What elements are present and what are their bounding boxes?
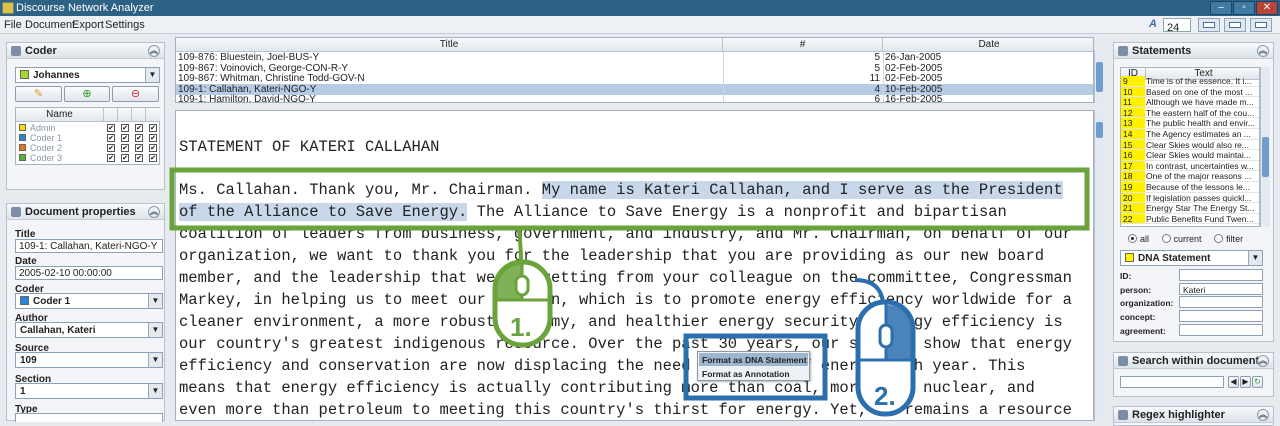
statements-header: Statements ︽ (1114, 43, 1273, 59)
statements-panel: Statements ︽ ID Text 9 Time is of the esse… (1113, 42, 1274, 342)
statement-id: 19 (1121, 182, 1145, 192)
search-input[interactable] (1120, 376, 1224, 388)
statement-id: 9 (1121, 76, 1145, 86)
search-header: Search within document ︽ (1114, 353, 1273, 369)
statement-type-value: DNA Statement (1138, 253, 1211, 264)
statement-row[interactable]: 16 Clear Skies would maintai... (1121, 150, 1259, 161)
agreement-field[interactable] (1179, 324, 1263, 336)
statement-row[interactable]: 17 In contrast, uncertainties w... (1121, 160, 1259, 172)
statement-text: Based on one of the most ... (1146, 86, 1253, 97)
statement-row[interactable]: 19 Because of the lessons le... (1121, 182, 1259, 193)
person-label: person: (1120, 285, 1152, 295)
statement-row[interactable]: 9 Time is of the essence. It i... (1121, 76, 1259, 87)
statement-id: 18 (1121, 171, 1145, 182)
statement-id: 11 (1121, 97, 1145, 107)
selection-highlight-box (169, 167, 1090, 231)
statement-text: Energy Star The Energy St... (1146, 203, 1255, 214)
statement-id: 13 (1121, 118, 1145, 129)
search-title: Search within document (1132, 355, 1260, 367)
statement-text: Public Benefits Fund Twen... (1146, 213, 1254, 224)
search-previous-button[interactable]: ◀ (1228, 376, 1239, 388)
person-field[interactable]: Kateri (1179, 283, 1263, 295)
statement-row[interactable]: 22 Public Benefits Fund Twen... (1121, 213, 1259, 225)
filter-all-radio[interactable] (1128, 234, 1137, 243)
statement-row[interactable]: 14 The Agency estimates an ... (1121, 129, 1259, 140)
statement-row[interactable]: 12 The eastern half of the cou... (1121, 107, 1259, 119)
scroll-thumb[interactable] (1262, 137, 1269, 177)
regex-title: Regex highlighter (1132, 409, 1225, 421)
statement-text: Clear Skies would maintai... (1146, 150, 1251, 161)
statement-text: Because of the lessons le... (1146, 182, 1250, 192)
search-next-button[interactable]: ▶ (1240, 376, 1251, 388)
statement-type-select[interactable]: DNA Statement ▼ (1120, 250, 1263, 266)
statements-title: Statements (1132, 45, 1192, 57)
statement-id: 14 (1121, 129, 1145, 139)
organization-label: organization: (1120, 298, 1174, 308)
statement-text: Although we have made m... (1146, 97, 1254, 108)
statement-id: 16 (1121, 150, 1145, 160)
statement-text: If legislation passes quickl... (1146, 192, 1252, 203)
green-mouse-cable (517, 229, 523, 263)
context-menu-highlight-box (683, 333, 828, 401)
statement-type-swatch (1125, 253, 1134, 262)
statement-row[interactable]: 15 Clear Skies would also re... (1121, 139, 1259, 151)
collapse-icon[interactable]: ︽ (1257, 355, 1269, 367)
statement-id: 21 (1121, 203, 1145, 213)
statement-row[interactable]: 21 Energy Star The Energy St... (1121, 203, 1259, 214)
statement-text: The public health and envir... (1146, 118, 1255, 129)
organization-field[interactable] (1179, 296, 1263, 308)
search-panel: Search within document ︽ ◀ ▶ ↻ (1113, 352, 1274, 397)
statement-row[interactable]: 18 One of the major reasons ... (1121, 171, 1259, 183)
regex-icon (1118, 410, 1128, 420)
statement-text: One of the major reasons ... (1146, 171, 1252, 182)
regex-panel: Regex highlighter ︽ (1113, 406, 1274, 426)
id-label: ID: (1120, 271, 1132, 281)
statement-row[interactable]: 10 Based on one of the most ... (1121, 86, 1259, 98)
statement-row[interactable]: 13 The public health and envir... (1121, 118, 1259, 130)
id-field[interactable] (1179, 269, 1263, 281)
step-one-label: 1. (510, 312, 532, 342)
annotation-overlay: 1. 2. (169, 167, 1090, 417)
refresh-icon[interactable]: ↻ (1252, 376, 1263, 388)
statement-filter: all current filter (1128, 234, 1243, 244)
collapse-icon[interactable]: ︽ (1257, 409, 1269, 421)
blue-mouse-cable (854, 278, 885, 303)
mouse-wheel (514, 274, 530, 297)
statement-text: The Agency estimates an ... (1146, 129, 1251, 139)
statement-id: 10 (1121, 86, 1145, 97)
step-two-label: 2. (874, 381, 896, 411)
statement-id: 17 (1121, 160, 1145, 171)
statement-text: Clear Skies would also re... (1146, 139, 1249, 150)
comment-icon (1118, 46, 1128, 56)
statement-text: In contrast, uncertainties w... (1146, 160, 1254, 171)
filter-filter-radio[interactable] (1214, 234, 1224, 243)
filter-current-radio[interactable] (1161, 234, 1171, 243)
filter-filter-label: filter (1226, 234, 1244, 244)
collapse-icon[interactable]: ︽ (1257, 45, 1269, 57)
statement-id: 22 (1121, 213, 1145, 224)
statement-text: Time is of the essence. It i... (1146, 76, 1252, 86)
search-icon (1118, 356, 1128, 366)
mouse-wheel (878, 323, 894, 349)
statement-row[interactable]: 11 Although we have made m... (1121, 97, 1259, 108)
statements-table: ID Text 9 Time is of the essence. It i...… (1120, 67, 1260, 227)
statement-text: The eastern half of the cou... (1146, 107, 1255, 118)
agreement-label: agreement: (1120, 326, 1166, 336)
statement-id: 15 (1121, 139, 1145, 150)
statement-row[interactable]: 20 If legislation passes quickl... (1121, 192, 1259, 204)
concept-label: concept: (1120, 312, 1156, 322)
concept-field[interactable] (1179, 310, 1263, 322)
filter-current-label: current (1173, 234, 1202, 244)
filter-all-label: all (1140, 234, 1150, 244)
statements-scrollbar[interactable] (1260, 67, 1270, 227)
chevron-down-icon[interactable]: ▼ (1248, 251, 1262, 265)
statement-id: 12 (1121, 107, 1145, 118)
statement-id: 20 (1121, 192, 1145, 203)
